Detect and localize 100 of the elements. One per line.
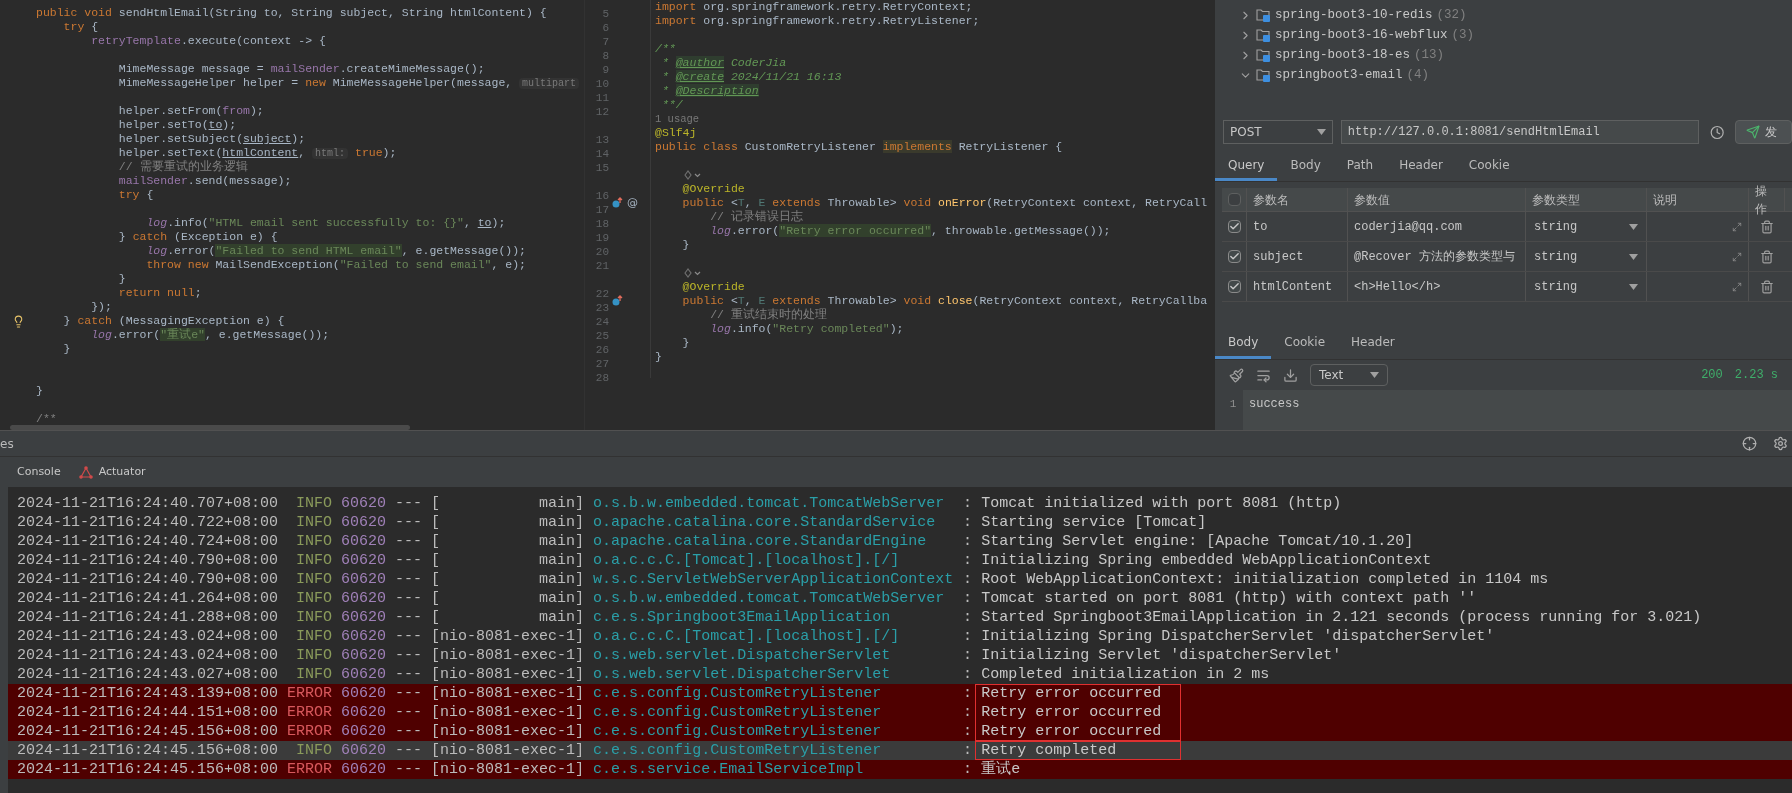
log-row[interactable]: 2024-11-21T16:24:41.288+08:00 INFO 60620 --- [ main] c.e.s.Springboot3EmailApplication : Started Springboot3EmailApplication in 2.121 seconds (process running for 3.021) xyxy=(8,608,1792,627)
checkbox[interactable] xyxy=(1227,220,1241,233)
log-separator: --- xyxy=(395,665,423,684)
log-thread: [ main] xyxy=(431,551,585,570)
param-value[interactable]: @Recover 方法的参数类型与 xyxy=(1354,247,1515,266)
tree-item[interactable]: spring-boot3-18-es xyxy=(1275,45,1411,65)
line-number: 18 xyxy=(595,218,609,230)
code-vision-icon[interactable] xyxy=(683,169,703,181)
tool-tab[interactable]: Console xyxy=(8,457,70,487)
param-type[interactable]: string xyxy=(1534,247,1578,266)
url-field[interactable]: http://127.0.0.1:8081/sendHtmlEmail xyxy=(1340,120,1699,144)
log-separator: --- xyxy=(395,494,423,513)
expand-icon[interactable] xyxy=(1732,251,1742,262)
code-line: import org.springframework.retry.RetryContext; xyxy=(655,0,973,14)
tree-item[interactable]: spring-boot3-16-webflux xyxy=(1275,25,1448,45)
request-tab[interactable]: Path xyxy=(1333,151,1387,181)
log-row[interactable]: 2024-11-21T16:24:40.724+08:00 INFO 60620 --- [ main] o.apache.catalina.core.StandardEngine : Starting Servlet engine: [Apache Tomcat/10.1.20] xyxy=(8,532,1792,551)
dropdown-caret-icon[interactable] xyxy=(1629,253,1638,260)
status-code: 200 xyxy=(1701,367,1723,384)
log-separator: : xyxy=(963,741,973,760)
scrollbar-thumb[interactable] xyxy=(10,425,410,430)
gutter-marker[interactable]: @ xyxy=(627,194,638,212)
log-logger: c.e.s.Springboot3EmailApplication xyxy=(593,609,891,626)
param-value[interactable]: <h>Hello</h> xyxy=(1354,277,1441,296)
code-line: public void sendHtmlEmail(String to, String subject, String htmlContent) { xyxy=(36,6,547,20)
checkbox[interactable] xyxy=(1227,280,1241,293)
log-row[interactable]: 2024-11-21T16:24:45.156+08:00 INFO 60620 --- [nio-8081-exec-1] c.e.s.config.CustomRetryListener : Retry completed xyxy=(8,741,1792,760)
locate-icon[interactable] xyxy=(1742,436,1757,451)
log-message: Started Springboot3EmailApplication in 2.121 seconds (process running for 3.021) xyxy=(981,608,1702,627)
usage-hint[interactable]: 1 usage xyxy=(655,112,700,126)
log-level: ERROR xyxy=(287,703,333,722)
clear-icon[interactable] xyxy=(1229,367,1244,383)
log-logger: o.apache.catalina.core.StandardService xyxy=(593,514,936,531)
delete-icon[interactable] xyxy=(1760,249,1774,264)
response-body: success xyxy=(1249,397,1300,411)
response-tab[interactable]: Body xyxy=(1215,327,1272,359)
dropdown-caret-icon[interactable] xyxy=(1629,223,1638,230)
download-icon[interactable] xyxy=(1283,367,1298,383)
log-row[interactable]: 2024-11-21T16:24:40.722+08:00 INFO 60620 --- [ main] o.apache.catalina.core.StandardService : Starting service [Tomcat] xyxy=(8,513,1792,532)
log-row[interactable]: 2024-11-21T16:24:43.024+08:00 INFO 60620 --- [nio-8081-exec-1] o.s.web.servlet.DispatcherServlet : Initializing Servlet 'dispatcherServlet' xyxy=(8,646,1792,665)
checkbox[interactable] xyxy=(1227,250,1241,263)
log-row[interactable]: 2024-11-21T16:24:43.024+08:00 INFO 60620 --- [nio-8081-exec-1] o.a.c.c.C.[Tomcat].[localhost].[/] : Initializing Spring DispatcherServlet 'dispatcherServlet' xyxy=(8,627,1792,646)
tree-item[interactable]: spring-boot3-10-redis xyxy=(1275,5,1433,25)
param-type[interactable]: string xyxy=(1534,217,1578,236)
settings-icon[interactable] xyxy=(1773,436,1788,451)
implements-icon[interactable] xyxy=(611,295,623,307)
code-line: } xyxy=(62,342,71,356)
log-timestamp: 2024-11-21T16:24:40.724+08:00 xyxy=(17,532,279,551)
send-button[interactable]: 发 xyxy=(1735,120,1792,144)
delete-icon[interactable] xyxy=(1760,219,1774,234)
response-tab[interactable]: Header xyxy=(1338,327,1408,359)
log-pid: 60620 xyxy=(341,684,387,703)
history-icon[interactable] xyxy=(1709,124,1724,140)
param-name[interactable]: subject xyxy=(1253,247,1304,266)
log-separator: : xyxy=(963,494,973,513)
log-timestamp: 2024-11-21T16:24:40.707+08:00 xyxy=(17,494,279,513)
code-line: throw new MailSendException("Failed to send email", e); xyxy=(145,258,526,272)
implements-icon[interactable] xyxy=(611,197,623,209)
log-timestamp: 2024-11-21T16:24:40.790+08:00 xyxy=(17,551,279,570)
log-thread: [nio-8081-exec-1] xyxy=(431,703,585,722)
tool-tab[interactable]: Actuator xyxy=(69,457,155,487)
log-row[interactable]: 2024-11-21T16:24:41.264+08:00 INFO 60620 --- [ main] o.s.b.w.embedded.tomcat.TomcatWebServer : Tomcat started on port 8081 (http) with context path '' xyxy=(8,589,1792,608)
log-row[interactable]: 2024-11-21T16:24:45.156+08:00 ERROR 60620 --- [nio-8081-exec-1] c.e.s.config.CustomRetryListener : Retry error occurred xyxy=(8,722,1792,741)
log-thread: [nio-8081-exec-1] xyxy=(431,760,585,779)
param-type[interactable]: string xyxy=(1534,277,1578,296)
log-row[interactable]: 2024-11-21T16:24:44.151+08:00 ERROR 60620 --- [nio-8081-exec-1] c.e.s.config.CustomRetryListener : Retry error occurred xyxy=(8,703,1792,722)
log-message: Tomcat initialized with port 8081 (http) xyxy=(981,494,1342,513)
log-row[interactable]: 2024-11-21T16:24:45.156+08:00 ERROR 60620 --- [nio-8081-exec-1] c.e.s.service.EmailServiceImpl : 重试e xyxy=(8,760,1792,779)
checkbox[interactable] xyxy=(1227,193,1241,206)
dropdown-caret-icon[interactable] xyxy=(1629,283,1638,290)
param-name[interactable]: htmlContent xyxy=(1253,277,1333,296)
log-level: INFO xyxy=(295,608,333,627)
line-number: 27 xyxy=(595,358,609,370)
param-value[interactable]: coderjia@qq.com xyxy=(1354,217,1463,236)
column-header: 参数类型 xyxy=(1532,191,1580,209)
log-row[interactable]: 2024-11-21T16:24:43.027+08:00 INFO 60620 --- [nio-8081-exec-1] o.s.web.servlet.DispatcherServlet : Completed initialization in 2 ms xyxy=(8,665,1792,684)
column-header: 说明 xyxy=(1653,191,1677,209)
log-separator: : xyxy=(963,532,973,551)
expand-icon[interactable] xyxy=(1732,281,1742,292)
request-tab[interactable]: Query xyxy=(1215,151,1278,181)
expand-icon[interactable] xyxy=(1732,221,1742,232)
code-vision-icon[interactable] xyxy=(683,267,703,279)
log-row[interactable]: 2024-11-21T16:24:40.707+08:00 INFO 60620 --- [ main] o.s.b.w.embedded.tomcat.TomcatWebServer : Tomcat initialized with port 8081 (http) xyxy=(8,494,1792,513)
line-number: 10 xyxy=(595,78,609,90)
log-row[interactable]: 2024-11-21T16:24:43.139+08:00 ERROR 60620 --- [nio-8081-exec-1] c.e.s.config.CustomRetryListener : Retry error occurred xyxy=(8,684,1792,703)
tree-item[interactable]: springboot3-email xyxy=(1275,65,1403,85)
format-select[interactable]: Text xyxy=(1310,364,1388,386)
request-tab[interactable]: Cookie xyxy=(1455,151,1523,181)
delete-icon[interactable] xyxy=(1760,279,1774,294)
log-message: Root WebApplicationContext: initialization completed in 1104 ms xyxy=(981,570,1549,589)
response-tab[interactable]: Cookie xyxy=(1271,327,1339,359)
method-select[interactable]: POST xyxy=(1223,120,1333,144)
request-tab[interactable]: Body xyxy=(1277,151,1334,181)
log-timestamp: 2024-11-21T16:24:43.139+08:00 xyxy=(17,684,279,703)
log-row[interactable]: 2024-11-21T16:24:40.790+08:00 INFO 60620 --- [ main] o.a.c.c.C.[Tomcat].[localhost].[/] : Initializing Spring embedded WebApplicationContext xyxy=(8,551,1792,570)
log-row[interactable]: 2024-11-21T16:24:40.790+08:00 INFO 60620 --- [ main] w.s.c.ServletWebServerApplicationContext : Root WebApplicationContext: initialization completed in 1104 ms xyxy=(8,570,1792,589)
wrap-icon[interactable] xyxy=(1256,367,1271,383)
log-separator: --- xyxy=(395,646,423,665)
request-tab[interactable]: Header xyxy=(1386,151,1456,181)
param-name[interactable]: to xyxy=(1253,217,1268,236)
